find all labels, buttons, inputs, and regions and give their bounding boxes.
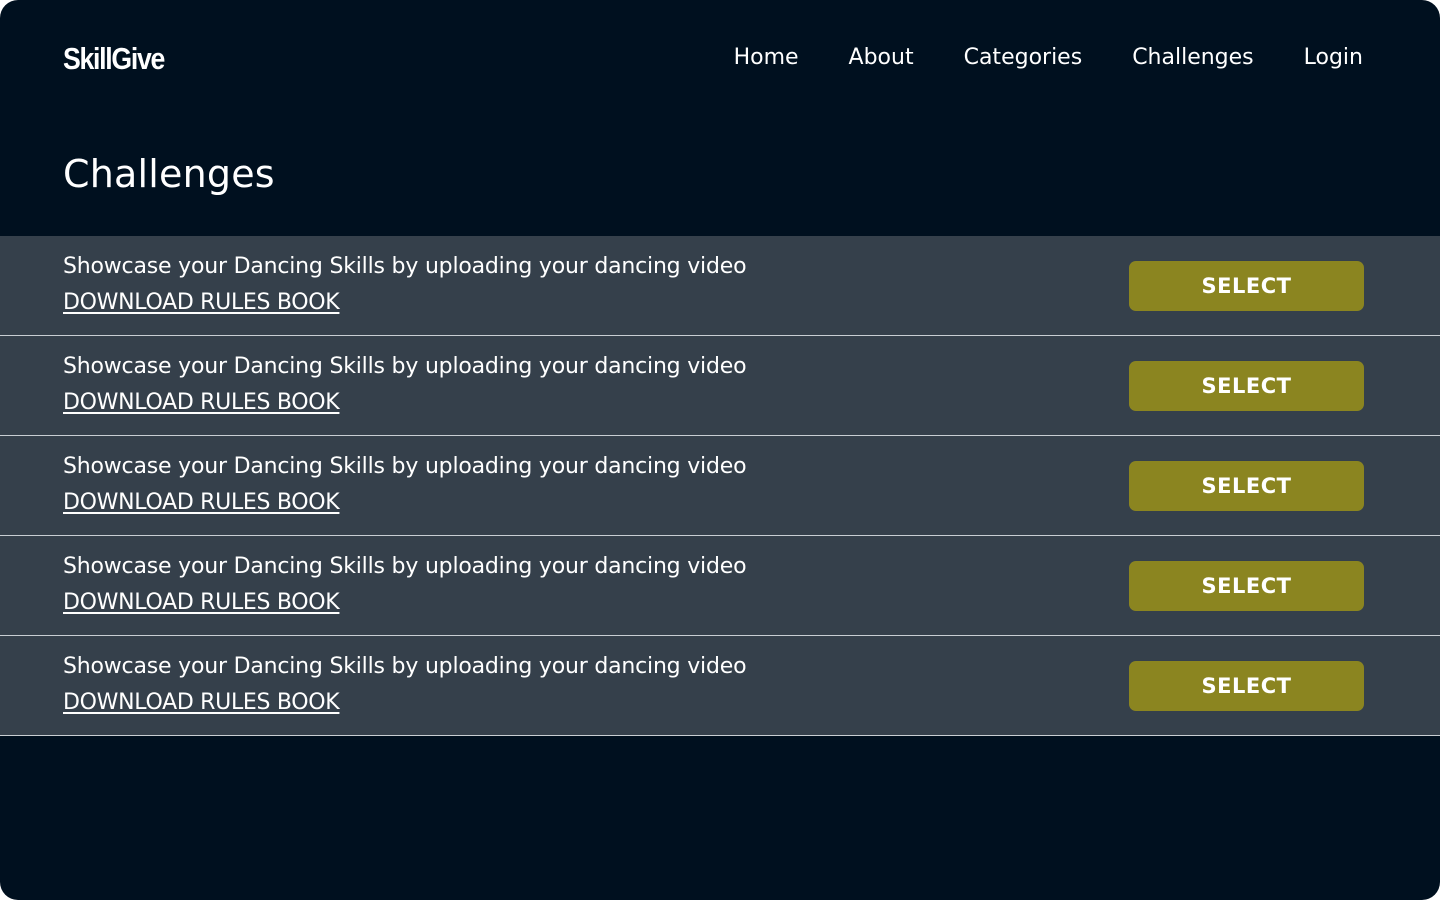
challenge-row: Showcase your Dancing Skills by uploadin… <box>0 236 1440 336</box>
challenge-description: Showcase your Dancing Skills by uploadin… <box>63 254 747 279</box>
download-rules-book-link[interactable]: DOWNLOAD RULES BOOK <box>63 588 340 618</box>
page-title: Challenges <box>63 152 275 196</box>
nav-item-about[interactable]: About <box>849 42 914 74</box>
select-button[interactable]: SELECT <box>1129 261 1364 311</box>
challenge-row: Showcase your Dancing Skills by uploadin… <box>0 536 1440 636</box>
download-rules-book-link[interactable]: DOWNLOAD RULES BOOK <box>63 288 340 318</box>
select-button[interactable]: SELECT <box>1129 461 1364 511</box>
select-button[interactable]: SELECT <box>1129 561 1364 611</box>
download-rules-book-link[interactable]: DOWNLOAD RULES BOOK <box>63 688 340 718</box>
challenge-row: Showcase your Dancing Skills by uploadin… <box>0 636 1440 736</box>
download-rules-book-link[interactable]: DOWNLOAD RULES BOOK <box>63 488 340 518</box>
challenge-row: Showcase your Dancing Skills by uploadin… <box>0 436 1440 536</box>
challenge-list: Showcase your Dancing Skills by uploadin… <box>0 236 1440 736</box>
app-frame: SkillGive Home About Categories Challeng… <box>0 0 1440 900</box>
challenge-description: Showcase your Dancing Skills by uploadin… <box>63 454 747 479</box>
nav-item-login[interactable]: Login <box>1304 42 1363 74</box>
nav-item-challenges[interactable]: Challenges <box>1132 42 1253 74</box>
challenge-description: Showcase your Dancing Skills by uploadin… <box>63 554 747 579</box>
challenge-description: Showcase your Dancing Skills by uploadin… <box>63 354 747 379</box>
challenge-row: Showcase your Dancing Skills by uploadin… <box>0 336 1440 436</box>
select-button[interactable]: SELECT <box>1129 361 1364 411</box>
brand-logo[interactable]: SkillGive <box>63 40 165 78</box>
top-nav: Home About Categories Challenges Login <box>734 42 1363 74</box>
challenge-description: Showcase your Dancing Skills by uploadin… <box>63 654 747 679</box>
download-rules-book-link[interactable]: DOWNLOAD RULES BOOK <box>63 388 340 418</box>
select-button[interactable]: SELECT <box>1129 661 1364 711</box>
nav-item-home[interactable]: Home <box>734 42 799 74</box>
nav-item-categories[interactable]: Categories <box>964 42 1083 74</box>
